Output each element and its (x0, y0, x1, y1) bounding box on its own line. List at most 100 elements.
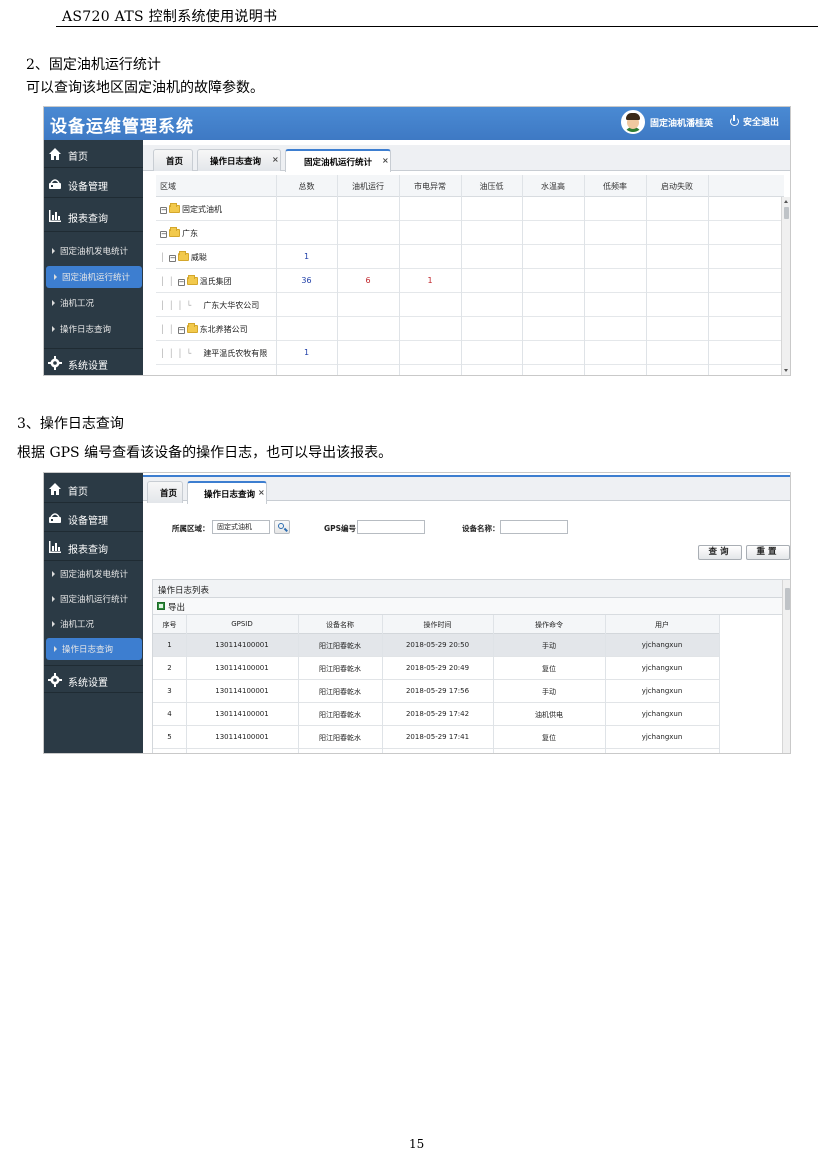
sidebar-subitem-generation-stats[interactable]: 固定油机发电统计 (44, 563, 143, 585)
close-icon[interactable]: × (272, 155, 279, 164)
table-column-header[interactable]: 设备名称 (298, 620, 382, 630)
tree-node[interactable]: − 固定式油机 (160, 203, 222, 215)
query-button[interactable]: 查询 (698, 545, 742, 560)
sidebar-subitem-operation-log[interactable]: 操作日志查询 (46, 638, 142, 660)
collapse-icon[interactable]: − (160, 231, 167, 238)
table-row[interactable]: 3 130114100001 阳江阳春乾水 2018-05-29 17:56 手动 yjc… (153, 680, 719, 703)
grid-column-header[interactable]: 区域 (160, 181, 176, 192)
grid-divider (399, 175, 400, 375)
region-label: 所属区域： (172, 524, 210, 533)
collapse-icon[interactable]: − (160, 207, 167, 214)
tree-node[interactable]: │ │ − 东北养猪公司 (160, 323, 248, 335)
close-icon[interactable]: × (382, 156, 389, 165)
collapse-icon[interactable]: − (177, 279, 185, 286)
sidebar-subitem-generation-stats[interactable]: 固定油机发电统计 (44, 240, 143, 262)
folder-icon (177, 251, 189, 261)
sidebar-item-system-settings[interactable]: 系统设置 (44, 665, 143, 693)
sidebar-subitem-label: 油机工况 (60, 299, 95, 309)
table-divider (493, 615, 494, 753)
user-name[interactable]: 固定油机潘桂英 (650, 116, 713, 129)
tree-node-label: 温氏集团 (199, 277, 232, 286)
close-icon[interactable]: × (258, 488, 265, 497)
collapse-icon[interactable]: − (177, 327, 185, 334)
tree-node[interactable]: │ − 威聪 (160, 251, 207, 263)
table-column-header[interactable]: GPSID (186, 620, 298, 628)
sidebar-subitem-label: 固定油机运行统计 (62, 273, 131, 283)
table-cell: yjchangxun (641, 687, 683, 695)
table-row[interactable]: 1 130114100001 阳江阳春乾水 2018-05-29 20:50 手动 yjc… (153, 634, 719, 657)
grid-column-header[interactable]: 启动失败 (646, 181, 708, 192)
table-cell: 130114100001 (215, 733, 269, 741)
sidebar-subitem-engine-status[interactable]: 油机工况 (44, 613, 143, 635)
sidebar-item-device-mgmt[interactable]: 设备管理 (44, 504, 143, 532)
grid-column-header[interactable]: 油压低 (461, 181, 522, 192)
tab-operation-log[interactable]: 操作日志查询 × (187, 481, 267, 504)
list-scrollbar[interactable] (782, 580, 790, 753)
table-row[interactable]: │ │ − 东北养猪公司 (156, 317, 784, 341)
table-column-header[interactable]: 序号 (153, 620, 186, 630)
grid-column-header[interactable]: 水温高 (522, 181, 584, 192)
table-row[interactable]: 5 130114100001 阳江阳春乾水 2018-05-29 17:41 复位 yjc… (153, 726, 719, 749)
table-cell: 2018-05-29 17:42 (405, 710, 470, 718)
scroll-up-icon[interactable] (784, 200, 788, 203)
export-button[interactable]: 导出 (168, 601, 185, 613)
tab-operation-log[interactable]: 操作日志查询 × (197, 149, 281, 171)
table-column-header[interactable]: 操作命令 (493, 620, 605, 630)
table-row[interactable]: │ − 威聪 1 (156, 245, 784, 269)
tab-home[interactable]: 首页 (147, 481, 183, 503)
table-row[interactable]: 2 130114100001 阳江阳春乾水 2018-05-29 20:49 复位 yjc… (153, 657, 719, 680)
grid-scrollbar[interactable] (781, 197, 790, 375)
user-avatar[interactable] (621, 110, 645, 134)
gps-input[interactable] (357, 520, 425, 534)
table-cell: 36 (301, 276, 312, 285)
sidebar-item-home[interactable]: 首页 (44, 475, 143, 503)
grid-column-header[interactable]: 市电异常 (399, 181, 461, 192)
sidebar-subitem-run-stats[interactable]: 固定油机运行统计 (46, 266, 142, 288)
tab-label: 首页 (160, 489, 178, 499)
sidebar-subitem-engine-status[interactable]: 油机工况 (44, 292, 143, 314)
logout-button[interactable]: 安全退出 (730, 115, 779, 128)
grid-column-header[interactable]: 油机运行 (337, 181, 399, 192)
page-number: 15 (409, 1137, 425, 1151)
table-row[interactable]: − 广东 (156, 221, 784, 245)
sidebar-subitem-operation-log[interactable]: 操作日志查询 (44, 318, 143, 340)
grid-divider (337, 175, 338, 375)
tree-node[interactable]: − 广东 (160, 227, 198, 239)
table-column-header[interactable]: 操作时间 (382, 620, 493, 630)
table-row[interactable]: │ │ − 温氏集团 36 6 1 (156, 269, 784, 293)
section3-heading: 3、操作日志查询 (17, 416, 124, 432)
table-row[interactable]: │ │ │ └ 广东大华农公司 (156, 293, 784, 317)
region-input[interactable]: 固定式油机 (212, 520, 270, 534)
tab-run-statistics[interactable]: 固定油机运行统计 × (285, 149, 391, 172)
tree-node[interactable]: │ │ │ └ 建平温氏农牧有限 (160, 348, 267, 359)
sidebar-subitem-run-stats[interactable]: 固定油机运行统计 (44, 588, 143, 610)
tab-home[interactable]: 首页 (153, 149, 193, 171)
tab-label: 固定油机运行统计 (304, 158, 373, 168)
scroll-thumb[interactable] (784, 207, 789, 219)
reset-button[interactable]: 重置 (746, 545, 790, 560)
scroll-down-icon[interactable] (784, 369, 788, 372)
sidebar-item-home[interactable]: 首页 (44, 140, 143, 168)
sidebar-item-report-query[interactable]: 报表查询 (44, 533, 143, 561)
table-column-header[interactable]: 用户 (605, 620, 719, 630)
device-name-input[interactable] (500, 520, 568, 534)
table-row[interactable]: 4 130114100001 阳江阳春乾水 2018-05-29 17:42 油机供电 y… (153, 703, 719, 726)
home-icon (49, 483, 61, 495)
table-cell: yjchangxun (641, 710, 683, 718)
scroll-thumb[interactable] (785, 588, 790, 610)
sidebar-item-system-settings[interactable]: 系统设置 (44, 348, 143, 375)
grid-column-header[interactable]: 低频率 (584, 181, 646, 192)
system-title: 设备运维管理系统 (50, 117, 194, 137)
collapse-icon[interactable]: − (168, 255, 176, 262)
sidebar-item-report-query[interactable]: 报表查询 (44, 200, 143, 232)
sidebar-item-device-mgmt[interactable]: 设备管理 (44, 170, 143, 198)
table-row[interactable]: │ │ │ └ 建平温氏农牧有限 1 (156, 341, 784, 365)
table-row[interactable]: − 固定式油机 (156, 197, 784, 221)
region-search-button[interactable] (274, 520, 290, 534)
device-name-label: 设备名称： (462, 524, 500, 533)
grid-column-header[interactable]: 总数 (276, 181, 337, 192)
tree-node[interactable]: │ │ − 温氏集团 (160, 275, 232, 287)
list-toolbar: 导出 (153, 598, 790, 615)
table-header: 序号 GPSID 设备名称 操作时间 操作命令 用户 (153, 615, 719, 634)
tree-node[interactable]: │ │ │ └ 广东大华农公司 (160, 300, 259, 311)
